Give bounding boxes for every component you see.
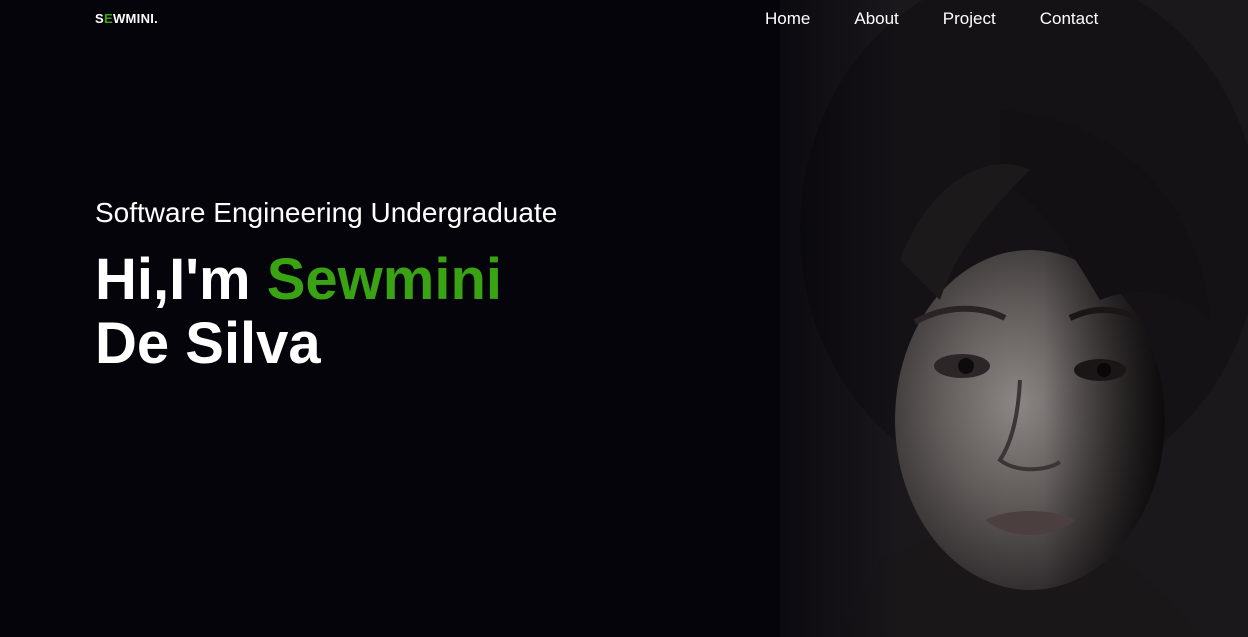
hero-greeting: Hi,I'm bbox=[95, 247, 267, 312]
main-nav: Home About Project Contact bbox=[765, 9, 1142, 29]
nav-project-link[interactable]: Project bbox=[943, 9, 996, 29]
nav-about-link[interactable]: About bbox=[854, 9, 898, 29]
portfolio-page: SEWMINI. Home About Project Contact Soft… bbox=[0, 0, 1248, 637]
nav-contact-link[interactable]: Contact bbox=[1040, 9, 1099, 29]
logo-letter-s: S bbox=[95, 11, 104, 26]
site-logo[interactable]: SEWMINI. bbox=[95, 11, 158, 26]
logo-rest: WMINI. bbox=[112, 11, 159, 26]
photo-fade-overlay bbox=[700, 0, 900, 637]
hero-section: Software Engineering Undergraduate Hi,I'… bbox=[95, 196, 557, 376]
hero-last-name: De Silva bbox=[95, 311, 321, 376]
logo-accent-letter: E bbox=[103, 11, 113, 26]
profile-photo bbox=[700, 0, 1248, 637]
hero-headline: Hi,I'm Sewmini De Silva bbox=[95, 248, 557, 376]
hero-subtitle: Software Engineering Undergraduate bbox=[95, 197, 558, 228]
hero-first-name: Sewmini bbox=[266, 247, 503, 312]
nav-home-link[interactable]: Home bbox=[765, 9, 810, 29]
